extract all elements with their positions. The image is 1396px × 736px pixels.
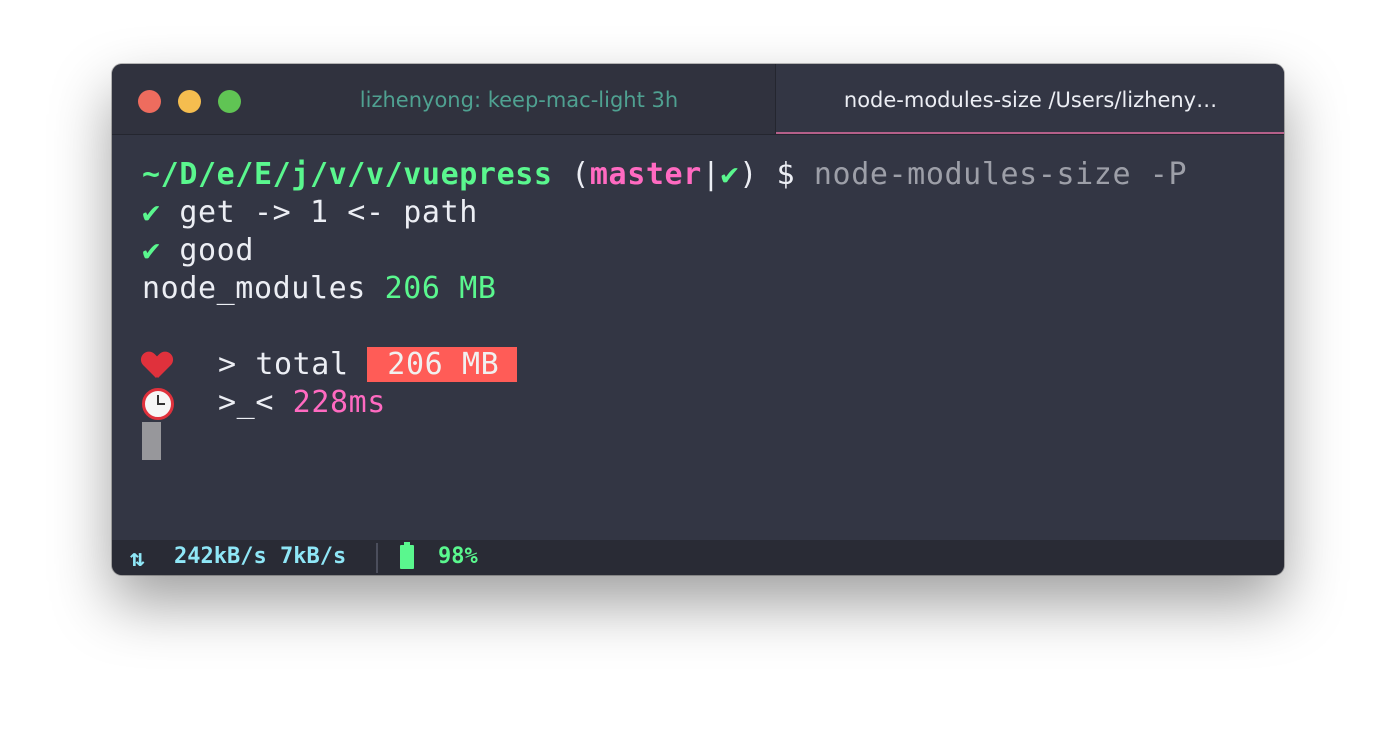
network-speed: 242kB/s 7kB/s <box>174 544 346 569</box>
prompt-line: ~/D/e/E/j/v/v/vuepress (master|✔) $ node… <box>142 156 1264 194</box>
total-line: > total 206 MB <box>142 346 1264 384</box>
text-cursor <box>142 422 161 460</box>
timing-prefix: >_< <box>218 385 293 420</box>
minimize-window-button[interactable] <box>178 90 201 113</box>
close-window-button[interactable] <box>138 90 161 113</box>
prompt-symbol: ) $ <box>739 157 814 192</box>
timing-value: 228ms <box>292 385 386 420</box>
cursor-line <box>142 422 1264 460</box>
prompt-open-paren: ( <box>552 157 590 192</box>
title-bar: lizhenyong: keep-mac-light 3h node-modul… <box>112 64 1284 135</box>
output-text: get -> 1 <- path <box>160 195 478 230</box>
battery-icon <box>400 542 414 569</box>
total-prefix: > total <box>218 347 368 382</box>
prompt-pipe: | <box>701 157 721 192</box>
heart-emoji-icon <box>142 352 172 380</box>
result-size: 206 MB <box>384 271 497 306</box>
tab-node-modules-size[interactable]: node-modules-size /Users/lizheny… <box>775 64 1284 134</box>
status-bar: ⇅ 242kB/s 7kB/s 98% <box>112 540 1284 575</box>
output-line: ✔ good <box>142 232 1264 270</box>
prompt-path: ~/D/e/E/j/v/v/vuepress <box>142 157 553 192</box>
battery-percent: 98% <box>438 544 478 569</box>
network-arrows-icon: ⇅ <box>130 544 145 572</box>
git-status-check-icon: ✔ <box>720 157 740 192</box>
total-size-badge: 206 MB <box>367 347 518 382</box>
typed-command: node-modules-size -P <box>813 157 1188 192</box>
download-speed: 242kB/s <box>174 544 267 569</box>
result-line: node_modules 206 MB <box>142 270 1264 308</box>
result-label: node_modules <box>142 271 385 306</box>
check-icon: ✔ <box>142 233 161 268</box>
git-branch: master <box>589 157 702 192</box>
check-icon: ✔ <box>142 195 161 230</box>
alarm-clock-emoji-icon <box>142 387 174 420</box>
zoom-window-button[interactable] <box>218 90 241 113</box>
tab-keep-mac-light[interactable]: lizhenyong: keep-mac-light 3h <box>264 64 774 134</box>
terminal-window: lizhenyong: keep-mac-light 3h node-modul… <box>112 64 1284 575</box>
status-divider <box>376 543 378 573</box>
upload-speed: 7kB/s <box>279 544 347 569</box>
terminal-output[interactable]: ~/D/e/E/j/v/v/vuepress (master|✔) $ node… <box>142 156 1264 460</box>
output-line: ✔ get -> 1 <- path <box>142 194 1264 232</box>
timing-line: >_< 228ms <box>142 384 1264 422</box>
output-text: good <box>160 233 254 268</box>
